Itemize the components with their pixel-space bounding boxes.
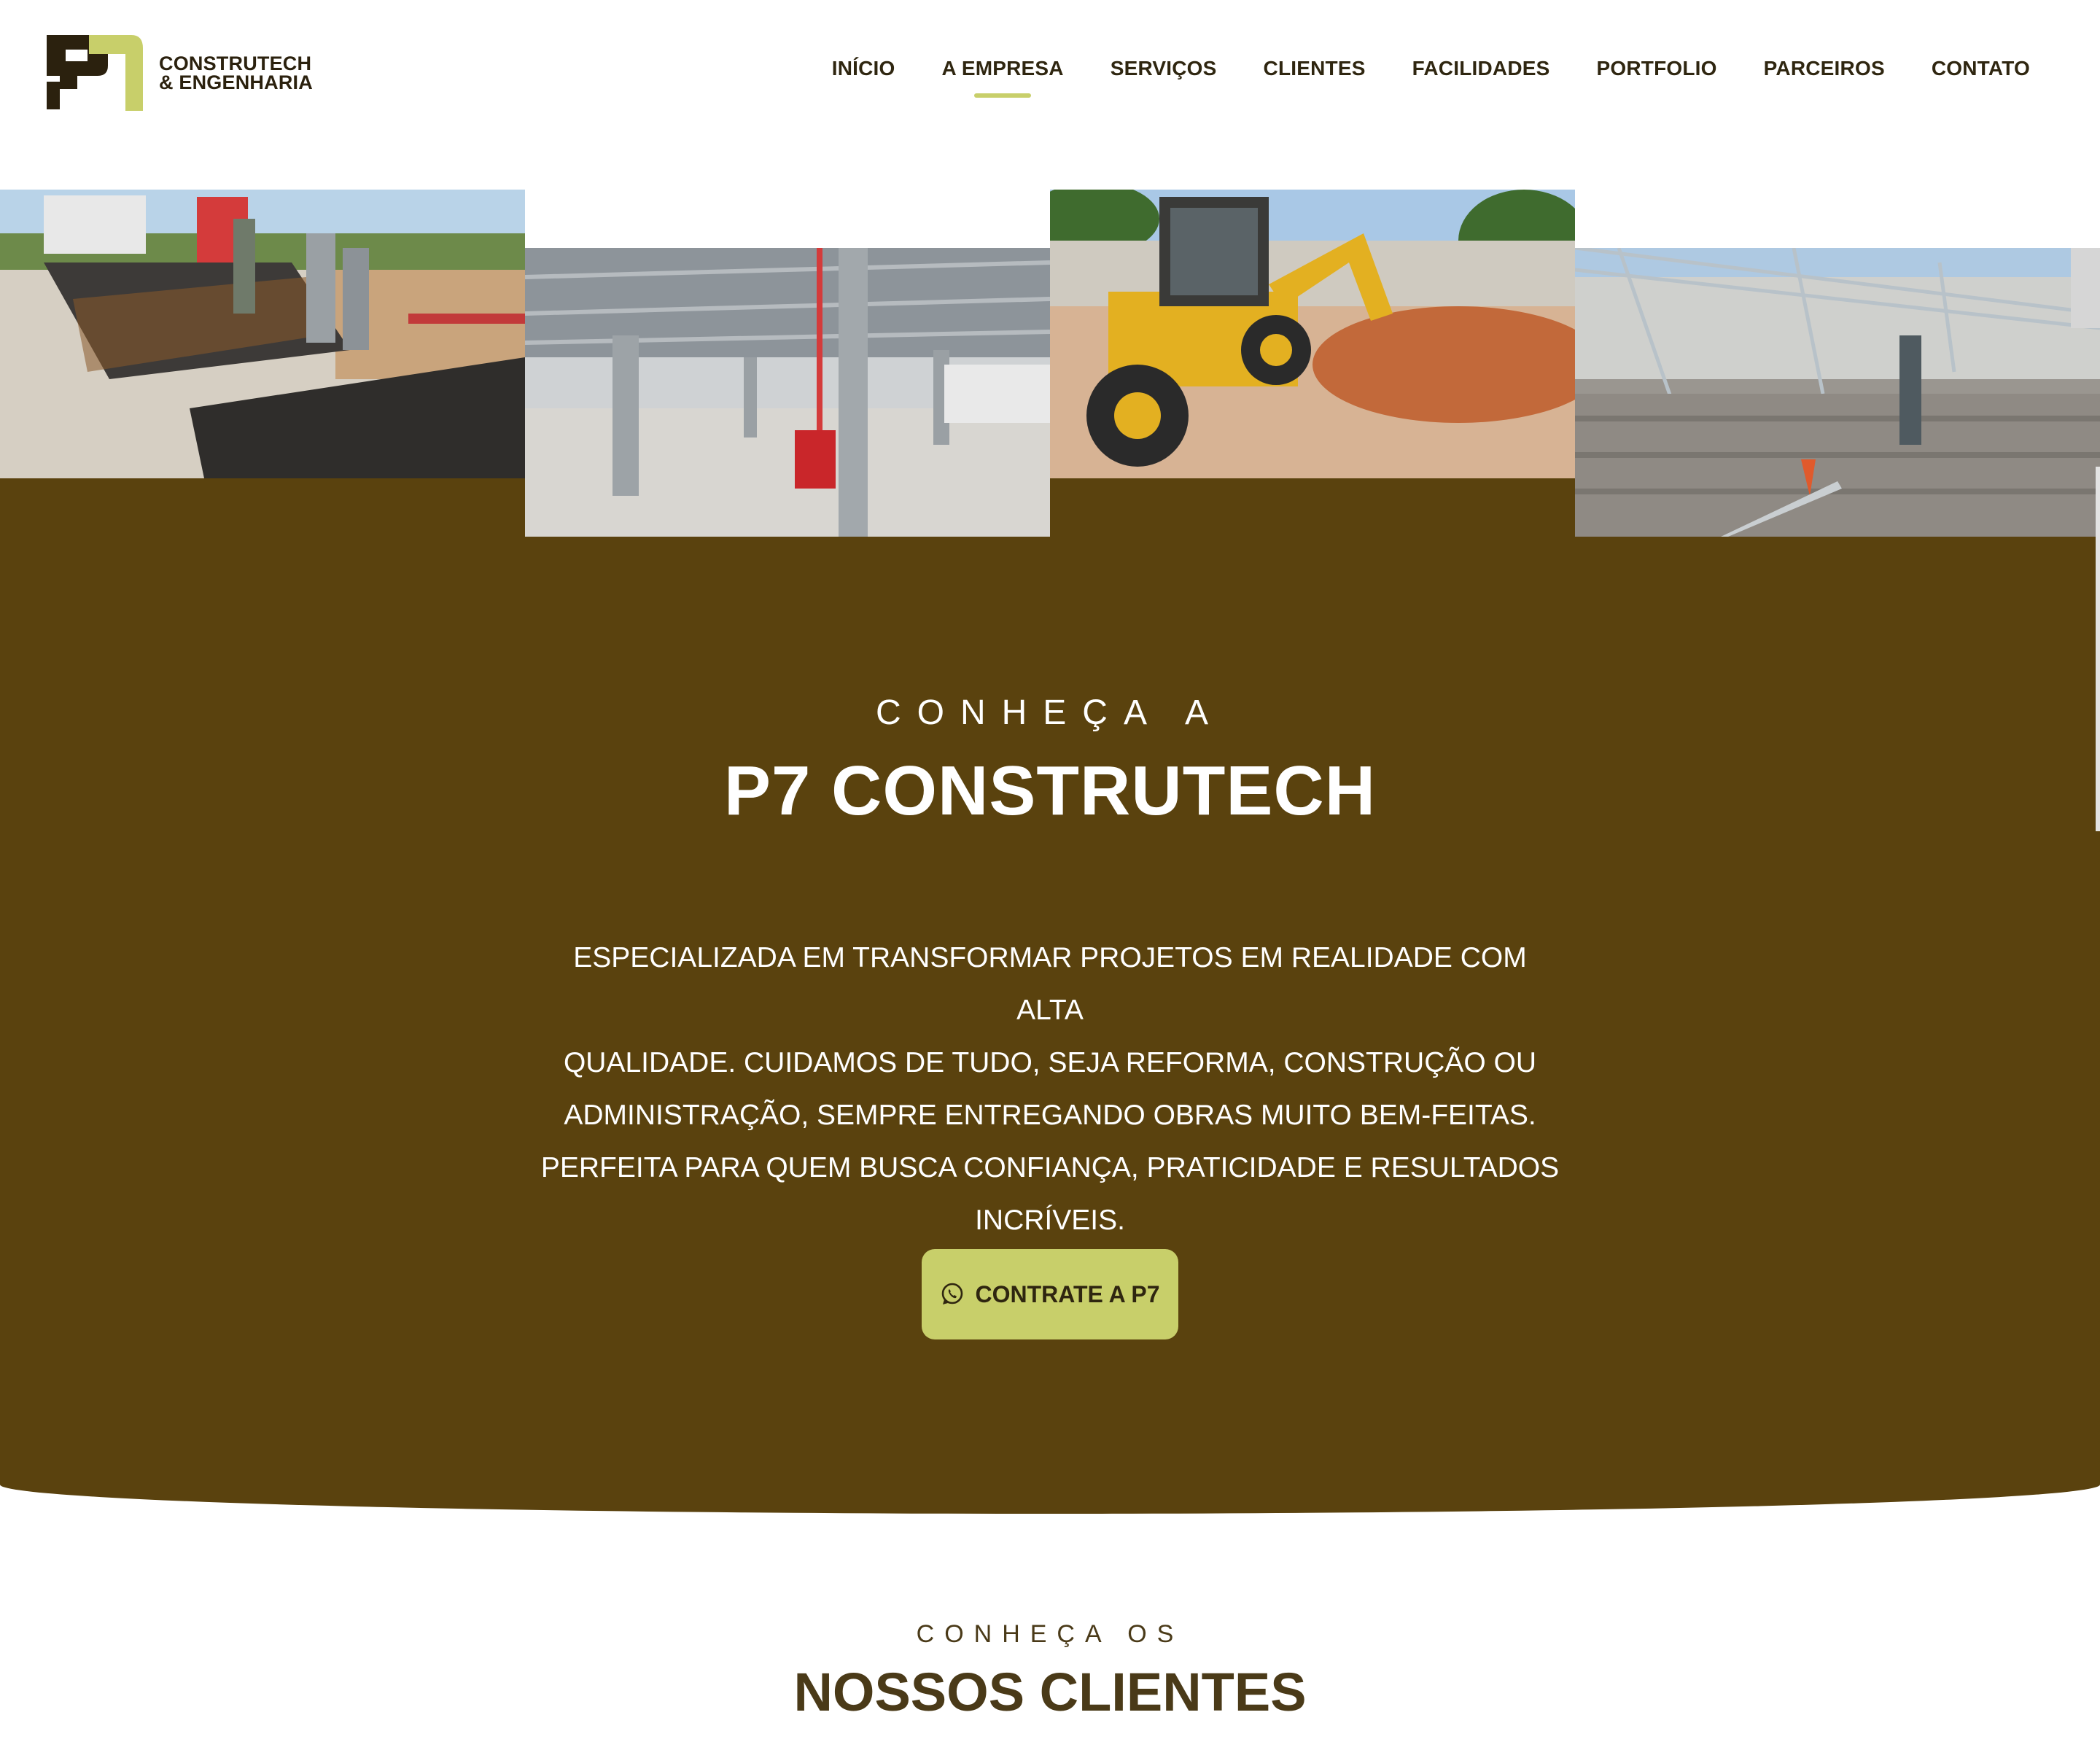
about-title: P7 CONSTRUTECH [723,752,1377,830]
about-eyebrow: CONHEÇA A [875,693,1225,732]
clients-title: NOSSOS CLIENTES [793,1662,1307,1722]
nav-item-servicos[interactable]: SERVIÇOS [1111,57,1217,80]
about-description-line: QUALIDADE. CUIDAMOS DE TUDO, SEJA REFORM… [563,1047,1537,1078]
nav-item-contato[interactable]: CONTATO [1932,57,2030,80]
nav-item-parceiros[interactable]: PARCEIROS [1764,57,1885,80]
about-description-line: ESPECIALIZADA EM TRANSFORMAR PROJETOS EM… [573,942,1527,1026]
contrate-button[interactable]: CONTRATE A P7 [922,1249,1178,1339]
nav-item-a-empresa[interactable]: A EMPRESA [942,57,1064,98]
whatsapp-icon [942,1283,963,1304]
p7-logo-icon [47,35,143,111]
brand-name-line1: CONSTRUTECH [159,52,312,74]
about-description-line: ADMINISTRAÇÃO, SEMPRE ENTREGANDO OBRAS M… [564,1100,1536,1131]
main-nav: INÍCIO A EMPRESA SERVIÇOS CLIENTES FACIL… [785,57,2030,98]
warehouse-interior-photo [525,248,1050,537]
about-description-line: INCRÍVEIS. [975,1205,1125,1236]
brand-name-line2: & ENGENHARIA [159,71,313,93]
backhoe-loader-photo [1050,190,1575,478]
scrollbar-thumb[interactable] [2096,467,2100,831]
nav-item-clientes[interactable]: CLIENTES [1264,57,1366,80]
nav-item-portfolio[interactable]: PORTFOLIO [1597,57,1717,80]
clients-eyebrow: CONHEÇA OS [916,1620,1184,1648]
rebar-formwork-photo [0,190,525,478]
about-description: ESPECIALIZADA EM TRANSFORMAR PROJETOS EM… [540,932,1560,1247]
nav-item-inicio[interactable]: INÍCIO [832,57,895,80]
solar-structure-photo [1575,248,2100,537]
logo[interactable]: CONSTRUTECH & ENGENHARIA [45,35,313,111]
about-description-line: PERFEITA PARA QUEM BUSCA CONFIANÇA, PRAT… [540,1152,1560,1183]
contrate-button-label: CONTRATE A P7 [975,1280,1160,1307]
site-header: CONSTRUTECH & ENGENHARIA INÍCIO A EMPRES… [0,0,2100,146]
brand-name: CONSTRUTECH & ENGENHARIA [159,52,313,93]
nav-item-facilidades[interactable]: FACILIDADES [1412,57,1550,80]
